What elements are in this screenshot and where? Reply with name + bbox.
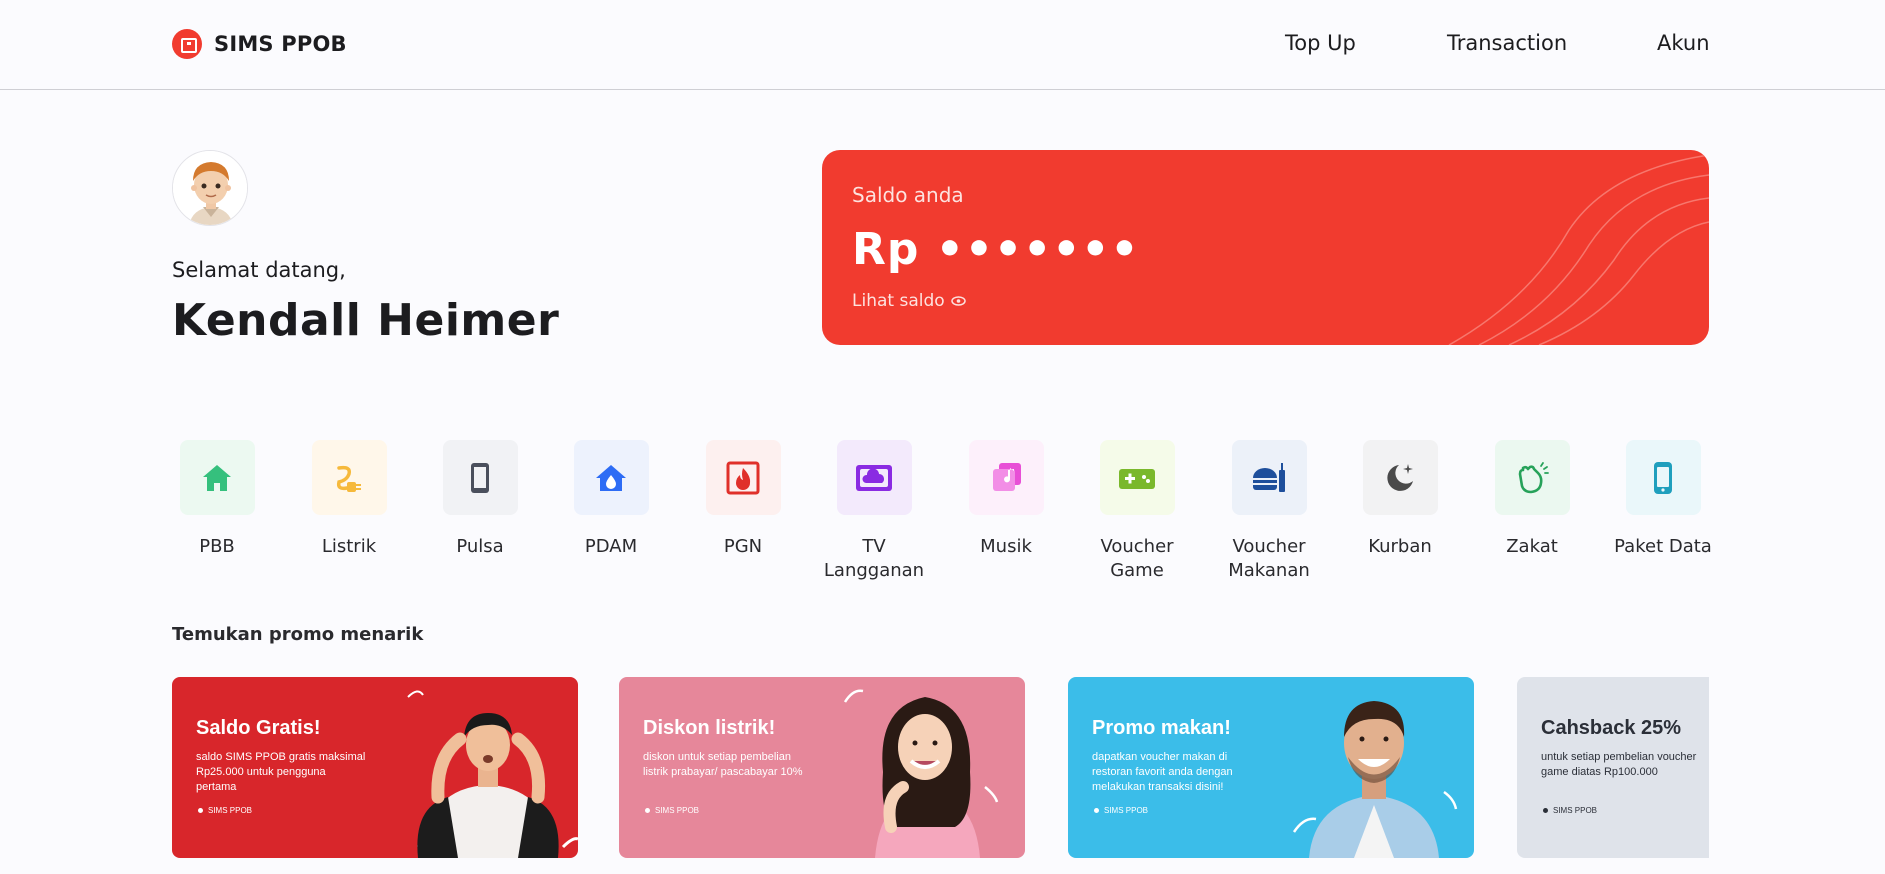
moon-star-icon xyxy=(1362,440,1438,515)
promo-description: saldo SIMS PPOB gratis maksimal Rp25.000… xyxy=(196,751,366,793)
phone-icon xyxy=(442,440,518,515)
service-voucher-makanan[interactable]: Voucher Makanan xyxy=(1209,440,1329,583)
water-home-icon xyxy=(573,440,649,515)
promo-heading: Saldo Gratis! xyxy=(196,717,321,739)
service-listrik[interactable]: Listrik xyxy=(289,440,409,559)
service-pbb[interactable]: PBB xyxy=(157,440,277,559)
brand-name: SIMS PPOB xyxy=(214,32,347,56)
nav-topup-link[interactable]: Top Up xyxy=(1285,31,1356,55)
house-icon xyxy=(179,440,255,515)
flame-icon xyxy=(705,440,781,515)
balance-amount: Rp ••••••• xyxy=(852,224,1140,275)
service-label: Paket Data xyxy=(1614,536,1712,557)
promo-carousel[interactable]: Saldo Gratis! saldo SIMS PPOB gratis mak… xyxy=(172,677,1709,860)
promo-description: dapatkan voucher makan di restoran favor… xyxy=(1092,751,1233,793)
promo-card-promo-makan[interactable]: Promo makan! dapatkan voucher makan di r… xyxy=(1068,677,1474,858)
service-pgn[interactable]: PGN xyxy=(683,440,803,559)
promo-brand-tag: SIMS PPOB xyxy=(198,806,252,815)
promo-person-image xyxy=(407,690,578,858)
promo-heading: Promo makan! xyxy=(1092,717,1231,739)
promo-description: diskon untuk setiap pembelian listrik pr… xyxy=(643,751,803,778)
user-full-name: Kendall Heimer xyxy=(172,295,560,346)
promo-description: untuk setiap pembelian voucher game diat… xyxy=(1541,751,1697,778)
top-navbar: SIMS PPOB Top Up Transaction Akun xyxy=(0,0,1885,90)
promo-card-saldo-gratis[interactable]: Saldo Gratis! saldo SIMS PPOB gratis mak… xyxy=(172,677,578,858)
service-label: Pulsa xyxy=(456,536,504,557)
balance-label: Saldo anda xyxy=(852,183,964,207)
service-pulsa[interactable]: Pulsa xyxy=(420,440,540,559)
nav-akun-link[interactable]: Akun xyxy=(1657,31,1710,55)
promo-heading: Diskon listrik! xyxy=(643,717,776,739)
service-label: PGN xyxy=(723,536,763,557)
show-balance-toggle[interactable]: Lihat saldo xyxy=(852,291,966,311)
tv-cloud-icon xyxy=(836,440,912,515)
promo-brand-tag: SIMS PPOB xyxy=(645,806,699,815)
service-pdam[interactable]: PDAM xyxy=(551,440,671,559)
promo-person-image xyxy=(1292,701,1458,858)
promo-section-title: Temukan promo menarik xyxy=(172,624,424,645)
food-icon xyxy=(1231,440,1307,515)
hands-icon xyxy=(1494,440,1570,515)
show-balance-label: Lihat saldo xyxy=(852,291,945,311)
brand-home-link[interactable]: SIMS PPOB xyxy=(172,29,347,59)
service-label: Musik xyxy=(980,536,1032,557)
music-icon xyxy=(968,440,1044,515)
service-label: Voucher Game xyxy=(1100,536,1174,581)
service-label: Voucher Makanan xyxy=(1228,536,1310,581)
wallet-logo-icon xyxy=(172,29,202,59)
service-tv-langganan[interactable]: TV Langganan xyxy=(814,440,934,583)
service-zakat[interactable]: Zakat xyxy=(1472,440,1592,559)
service-label: PBB xyxy=(199,536,235,557)
promo-card-cashback[interactable]: Cahsback 25% untuk setiap pembelian vouc… xyxy=(1517,677,1709,858)
service-paket-data[interactable]: Paket Data xyxy=(1603,440,1723,559)
promo-brand-tag: SIMS PPOB xyxy=(1543,806,1597,815)
service-kurban[interactable]: Kurban xyxy=(1340,440,1460,559)
gamepad-icon xyxy=(1099,440,1175,515)
service-label: TV Langganan xyxy=(823,536,925,581)
eye-icon xyxy=(950,296,966,306)
service-voucher-game[interactable]: Voucher Game xyxy=(1077,440,1197,583)
service-label: Kurban xyxy=(1368,536,1432,557)
plug-icon xyxy=(311,440,387,515)
promo-brand-tag: SIMS PPOB xyxy=(1094,806,1148,815)
nav-transaction-link[interactable]: Transaction xyxy=(1447,31,1567,55)
decorative-waves xyxy=(1448,154,1709,345)
promo-card-diskon-listrik[interactable]: Diskon listrik! diskon untuk setiap pemb… xyxy=(619,677,1025,858)
balance-card: Saldo anda Rp ••••••• Lihat saldo xyxy=(822,150,1709,345)
promo-person-image xyxy=(843,689,999,858)
service-label: Zakat xyxy=(1506,536,1558,557)
service-label: PDAM xyxy=(584,536,638,557)
profile-avatar xyxy=(172,150,248,226)
welcome-text: Selamat datang, xyxy=(172,258,346,282)
promo-heading: Cahsback 25% xyxy=(1541,717,1682,739)
service-label: Listrik xyxy=(321,536,377,557)
mobile-data-icon xyxy=(1625,440,1701,515)
service-musik[interactable]: Musik xyxy=(946,440,1066,559)
